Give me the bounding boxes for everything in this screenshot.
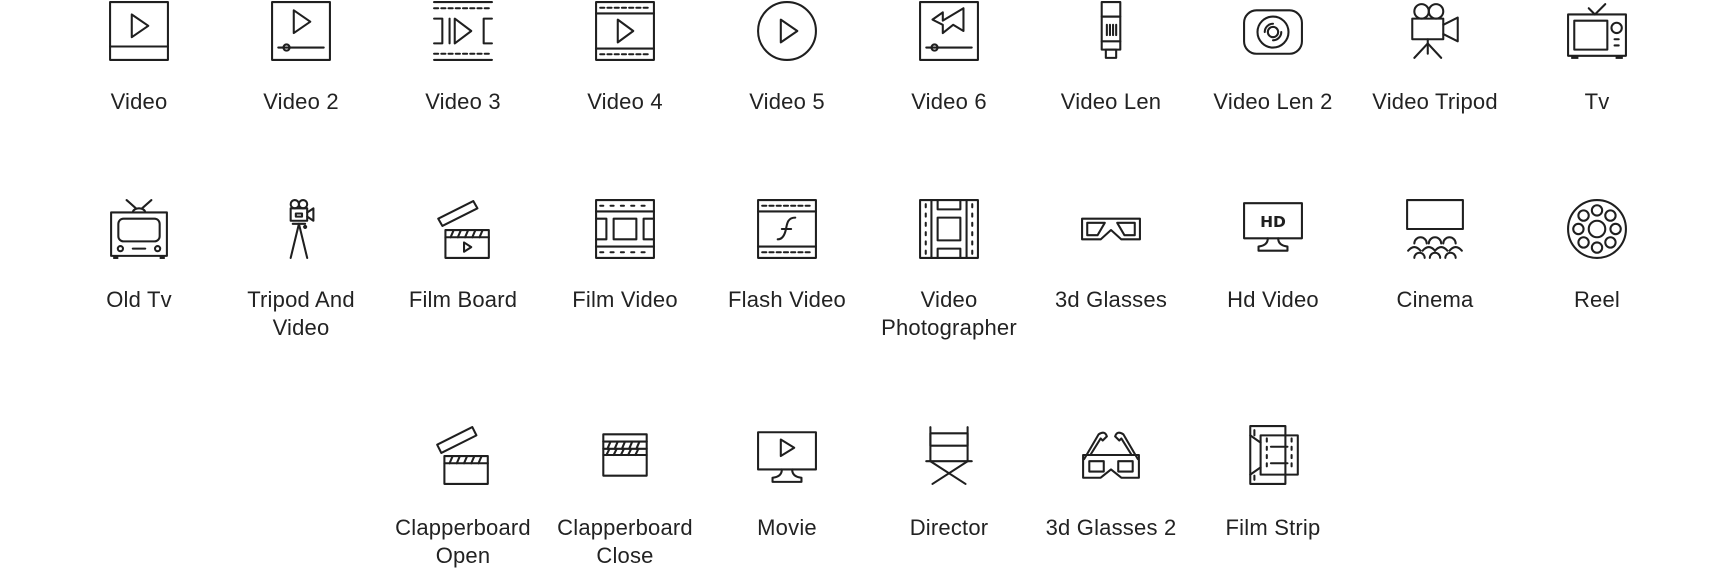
- movie-icon: [757, 431, 817, 483]
- clapperboard-open-icon: [436, 426, 489, 485]
- tripod-and-video-icon: [289, 199, 315, 259]
- icon-label: Video Len 2: [1213, 89, 1333, 114]
- film-video-icon: [595, 199, 655, 259]
- icon-label: 3d Glasses: [1054, 287, 1168, 312]
- icon-label: Cinema: [1396, 287, 1474, 312]
- icon-tile-tv[interactable]: Tv: [1517, 0, 1677, 116]
- icon-label: Hd Video: [1227, 287, 1319, 312]
- icon-tile-video-2[interactable]: Video 2: [221, 0, 381, 116]
- icon-label: Video 4: [587, 89, 663, 114]
- video-3-icon: [433, 1, 493, 61]
- icon-tile-old-tv[interactable]: Old Tv: [59, 198, 219, 314]
- icon-tile-tripod-and-video[interactable]: Tripod And Video: [221, 198, 381, 342]
- icon-tile-video-len-2[interactable]: Video Len 2: [1193, 0, 1353, 116]
- flash-video-icon: [757, 199, 817, 259]
- tv-icon: [1567, 3, 1627, 59]
- video-photographer-icon: [919, 199, 979, 259]
- 3d-glasses-icon: [1081, 217, 1141, 241]
- icon-tile-video-6[interactable]: Video 6: [869, 0, 1029, 116]
- film-board-icon: [437, 200, 490, 259]
- icon-tile-film-strip[interactable]: Film Strip: [1193, 424, 1353, 542]
- icon-tile-video-3[interactable]: Video 3: [383, 0, 543, 116]
- video-len-2-icon: [1243, 9, 1303, 55]
- icon-label: Video 6: [911, 89, 987, 114]
- icon-label: Director: [909, 515, 989, 540]
- icon-tile-video-4[interactable]: Video 4: [545, 0, 705, 116]
- icon-tile-movie[interactable]: Movie: [707, 424, 867, 542]
- video-tripod-icon: [1411, 3, 1459, 59]
- icon-label: Tripod And Video: [247, 287, 355, 340]
- video-len-icon: [1100, 1, 1122, 59]
- icon-label: Video 3: [425, 89, 501, 114]
- icon-label: Video: [110, 89, 168, 114]
- icon-tile-video[interactable]: Video: [59, 0, 219, 116]
- video-4-icon: [595, 1, 655, 61]
- icon-label: Film Strip: [1225, 515, 1321, 540]
- icon-label: Video Photographer: [881, 287, 1017, 340]
- icon-tile-film-video[interactable]: Film Video: [545, 198, 705, 314]
- video-5-icon: [757, 1, 817, 61]
- icon-tile-hd-video[interactable]: HD Hd Video: [1193, 198, 1353, 314]
- film-strip-icon: [1249, 425, 1299, 485]
- icon-label: Video Tripod: [1372, 89, 1498, 114]
- icon-tile-clapperboard-open[interactable]: Clapperboard Open: [383, 424, 543, 570]
- icon-label: Old Tv: [106, 287, 172, 312]
- icon-label: Tv: [1584, 89, 1610, 114]
- icon-label: Video Len: [1060, 89, 1162, 114]
- hd-video-icon: HD: [1243, 202, 1303, 252]
- director-icon: [925, 426, 973, 485]
- video-2-icon: [271, 1, 331, 61]
- icon-tile-video-photographer[interactable]: Video Photographer: [869, 198, 1029, 342]
- icon-label: Movie: [757, 515, 817, 540]
- old-tv-icon: [110, 199, 168, 259]
- icon-label: Clapperboard Close: [557, 515, 693, 568]
- video-icon: [109, 1, 169, 61]
- icon-tile-clapperboard-close[interactable]: Clapperboard Close: [545, 424, 705, 570]
- icon-label: Video 5: [749, 89, 825, 114]
- icon-tile-director[interactable]: Director: [869, 424, 1029, 542]
- icon-tile-video-5[interactable]: Video 5: [707, 0, 867, 116]
- video-6-icon: [919, 1, 979, 61]
- icon-label: Reel: [1573, 287, 1621, 312]
- icon-label: Film Video: [572, 287, 678, 312]
- icon-tile-video-len[interactable]: Video Len: [1031, 0, 1191, 116]
- icon-label: Film Board: [408, 287, 518, 312]
- icon-tile-reel[interactable]: Reel: [1517, 198, 1677, 314]
- icon-label: Video 2: [263, 89, 339, 114]
- icon-tile-3d-glasses-2[interactable]: 3d Glasses 2: [1031, 424, 1191, 542]
- icon-tile-cinema[interactable]: Cinema: [1355, 198, 1515, 314]
- icon-label: Clapperboard Open: [395, 515, 531, 568]
- icon-label: 3d Glasses 2: [1045, 515, 1177, 540]
- 3d-glasses-2-icon: [1082, 431, 1140, 479]
- cinema-icon: [1406, 199, 1464, 259]
- icon-tile-film-board[interactable]: Film Board: [383, 198, 543, 314]
- icon-tile-3d-glasses[interactable]: 3d Glasses: [1031, 198, 1191, 314]
- clapperboard-close-icon: [602, 433, 648, 477]
- reel-icon: [1567, 199, 1627, 259]
- hd-badge: HD: [1260, 213, 1286, 231]
- icon-label: Flash Video: [728, 287, 846, 312]
- icon-tile-flash-video[interactable]: Flash Video: [707, 198, 867, 314]
- icon-tile-video-tripod[interactable]: Video Tripod: [1355, 0, 1515, 116]
